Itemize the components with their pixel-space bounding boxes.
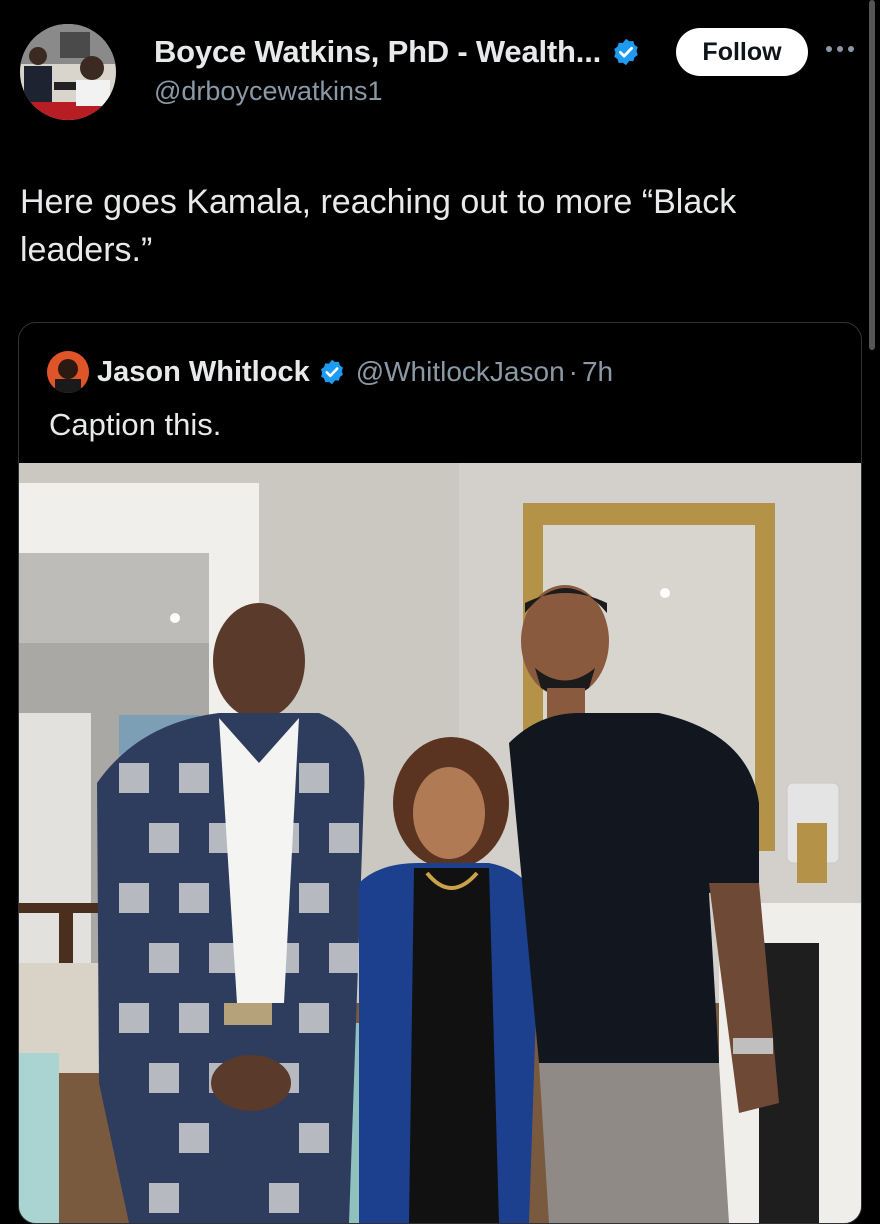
quoted-post-header: Jason Whitlock @WhitlockJason · 7h: [47, 351, 613, 393]
more-options-icon[interactable]: [826, 46, 858, 58]
quoted-post-text: Caption this.: [49, 407, 222, 442]
quoted-author-handle[interactable]: @WhitlockJason: [356, 356, 565, 388]
quoted-post-photo[interactable]: [19, 463, 861, 1223]
verified-badge-icon: [614, 38, 638, 66]
scrollbar[interactable]: [869, 0, 875, 350]
post-text: Here goes Kamala, reaching out to more “…: [20, 183, 737, 269]
verified-badge-icon: [320, 359, 343, 385]
author-avatar[interactable]: [20, 24, 116, 120]
author-handle[interactable]: @drboycewatkins1: [154, 76, 641, 107]
quoted-post-time[interactable]: 7h: [582, 356, 613, 388]
quoted-post[interactable]: Jason Whitlock @WhitlockJason · 7h Capti…: [18, 322, 862, 1224]
post-header: Boyce Watkins, PhD - Wealth... @drboycew…: [20, 24, 860, 124]
author-info: Boyce Watkins, PhD - Wealth... @drboycew…: [154, 34, 641, 107]
follow-button[interactable]: Follow: [676, 28, 808, 76]
author-name[interactable]: Boyce Watkins, PhD - Wealth...: [154, 34, 601, 70]
quoted-author-name[interactable]: Jason Whitlock: [97, 356, 310, 389]
quoted-author-avatar[interactable]: [47, 351, 89, 393]
separator-dot: ·: [568, 356, 578, 387]
